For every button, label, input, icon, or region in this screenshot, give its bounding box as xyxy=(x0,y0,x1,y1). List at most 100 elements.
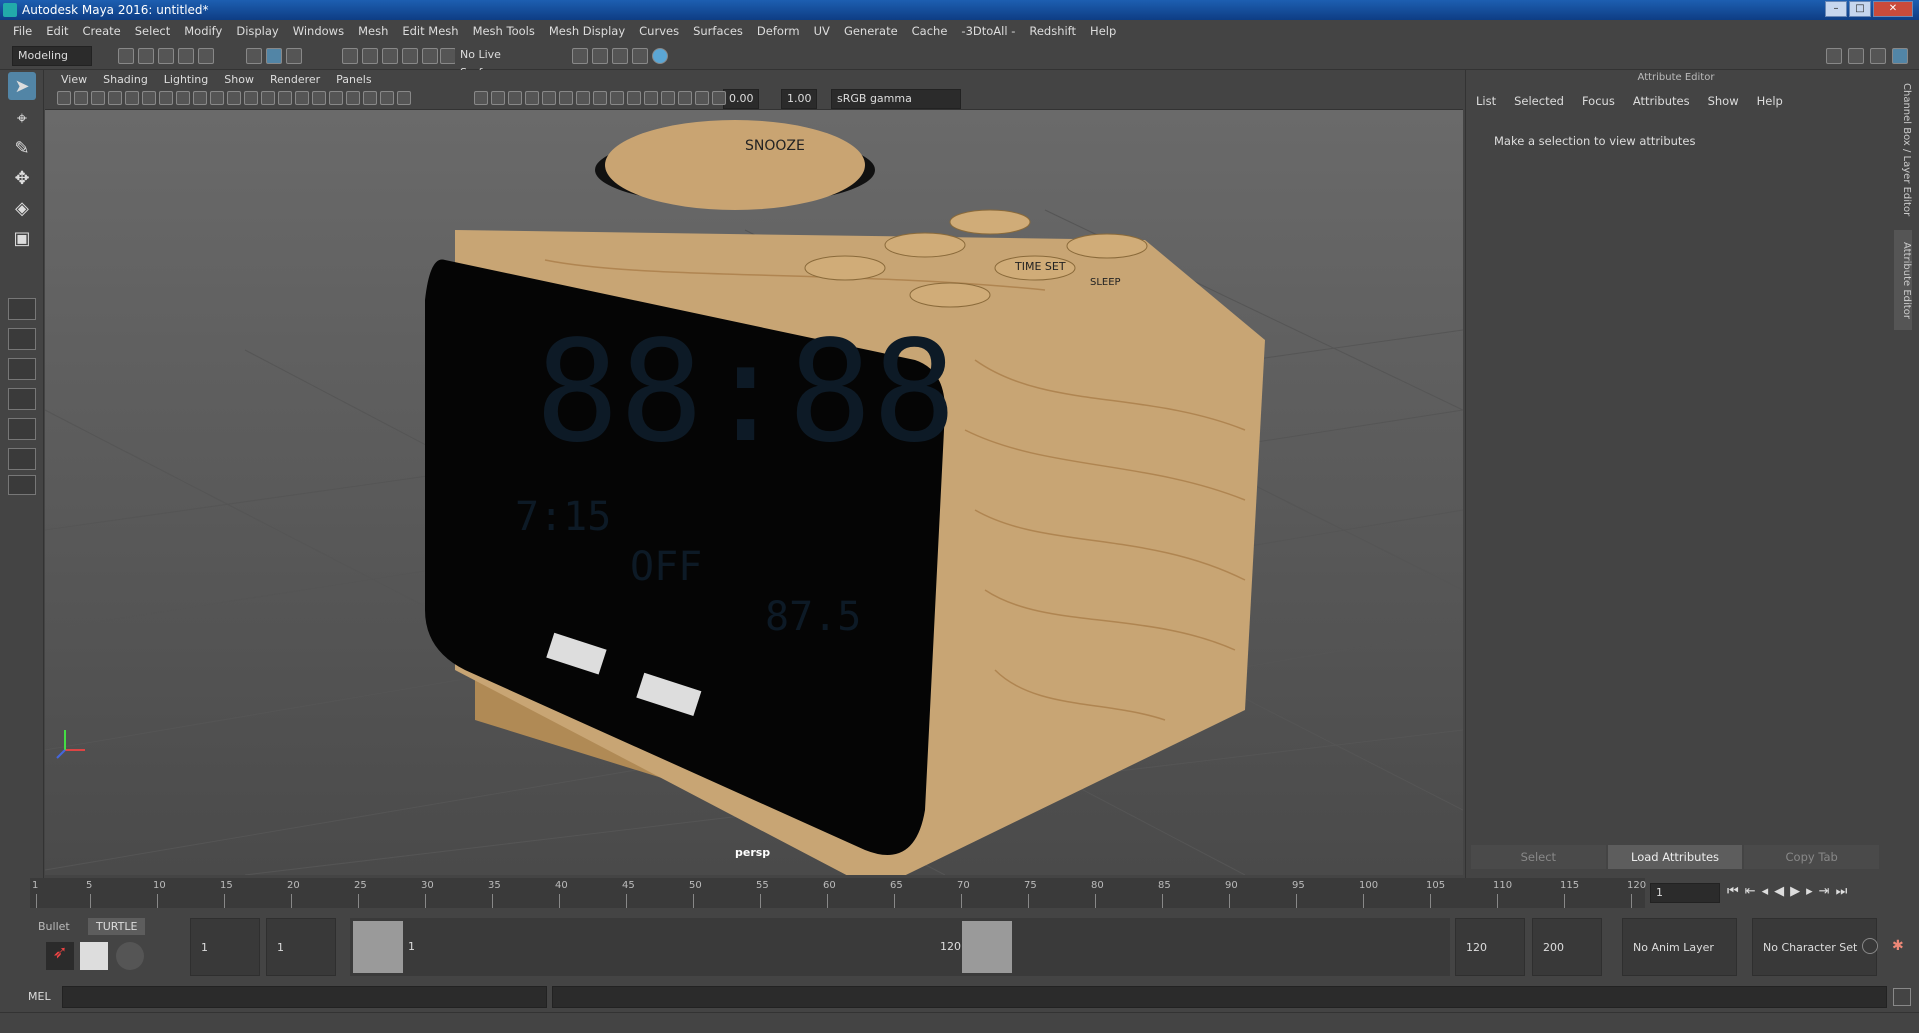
menu-create[interactable]: Create xyxy=(76,24,128,38)
viewport-tool-icon[interactable] xyxy=(610,91,624,105)
character-set-dropdown[interactable]: No Character Set xyxy=(1752,918,1877,976)
mode-dropdown[interactable]: Modeling xyxy=(12,46,92,66)
play-forward-icon[interactable]: ▶ xyxy=(1790,884,1800,899)
undo-icon[interactable] xyxy=(178,48,194,64)
exposure-field[interactable]: 0.00 xyxy=(723,89,759,109)
live-surface-field[interactable]: No Live Surface xyxy=(455,46,537,79)
channel-box-tab[interactable]: Channel Box / Layer Editor xyxy=(1894,80,1912,220)
ae-menu-list[interactable]: List xyxy=(1476,94,1496,108)
snap-surface-icon[interactable] xyxy=(422,48,438,64)
menu-redshift[interactable]: Redshift xyxy=(1022,24,1083,38)
menu-select[interactable]: Select xyxy=(128,24,177,38)
ae-menu-selected[interactable]: Selected xyxy=(1514,94,1564,108)
copy-tab-button[interactable]: Copy Tab xyxy=(1744,845,1880,869)
ae-menu-focus[interactable]: Focus xyxy=(1582,94,1615,108)
viewport-tool-icon[interactable] xyxy=(278,91,292,105)
step-back-frame-icon[interactable]: ◂ xyxy=(1762,884,1769,899)
playback-start-field[interactable]: 1 xyxy=(266,918,336,976)
viewport-tool-icon[interactable] xyxy=(525,91,539,105)
viewport-tool-icon[interactable] xyxy=(74,91,88,105)
viewport-tool-icon[interactable] xyxy=(661,91,675,105)
viewport-tool-icon[interactable] xyxy=(576,91,590,105)
menu--3dtoall-[interactable]: -3DtoAll - xyxy=(954,24,1022,38)
viewport-tool-icon[interactable] xyxy=(346,91,360,105)
viewport-tool-icon[interactable] xyxy=(695,91,709,105)
anim-layer-dropdown[interactable]: No Anim Layer xyxy=(1622,918,1737,976)
ae-menu-attributes[interactable]: Attributes xyxy=(1633,94,1690,108)
lasso-tool-icon[interactable]: ⌖ xyxy=(8,104,36,132)
volume-button[interactable] xyxy=(1066,233,1148,259)
select-button[interactable]: Select xyxy=(1471,845,1606,869)
snap-vertex-icon[interactable] xyxy=(440,48,456,64)
volume-up-button[interactable] xyxy=(949,209,1031,235)
play-backward-icon[interactable]: ◀ xyxy=(1774,884,1784,899)
menu-mesh-tools[interactable]: Mesh Tools xyxy=(466,24,542,38)
colorspace-dropdown[interactable]: sRGB gamma xyxy=(831,89,961,109)
viewport-tool-icon[interactable] xyxy=(210,91,224,105)
current-frame-field[interactable]: 1 xyxy=(1650,883,1720,903)
go-to-end-icon[interactable]: ⏭ xyxy=(1836,884,1848,899)
new-scene-icon[interactable] xyxy=(118,48,134,64)
persp-outliner-layout-icon[interactable] xyxy=(8,358,36,380)
viewport-tool-icon[interactable] xyxy=(108,91,122,105)
channel-box-toggle-icon[interactable] xyxy=(1892,48,1908,64)
viewport-tool-icon[interactable] xyxy=(380,91,394,105)
menu-deform[interactable]: Deform xyxy=(750,24,807,38)
viewport-tool-icon[interactable] xyxy=(142,91,156,105)
viewport-tool-icon[interactable] xyxy=(244,91,258,105)
render-view-icon[interactable] xyxy=(572,48,588,64)
hypershade-icon[interactable] xyxy=(652,48,668,64)
gamma-field[interactable]: 1.00 xyxy=(781,89,817,109)
start-time-field[interactable]: 1 xyxy=(190,918,260,976)
scale-tool-icon[interactable]: ▣ xyxy=(8,224,36,252)
viewport-tool-icon[interactable] xyxy=(261,91,275,105)
save-scene-icon[interactable] xyxy=(158,48,174,64)
select-hierarchy-icon[interactable] xyxy=(246,48,262,64)
attribute-editor-toggle-icon[interactable] xyxy=(1870,48,1886,64)
snap-point-icon[interactable] xyxy=(382,48,398,64)
viewport-tool-icon[interactable] xyxy=(542,91,556,105)
alarm1-button[interactable] xyxy=(804,255,886,281)
viewport-tool-icon[interactable] xyxy=(491,91,505,105)
viewport-tool-icon[interactable] xyxy=(159,91,173,105)
time-ruler[interactable]: 1 5 10 15 20 25 30 35 40 45 50 55 60 65 70 75 80 85 90 95 10… xyxy=(30,878,1646,908)
ae-menu-help[interactable]: Help xyxy=(1757,94,1783,108)
command-input[interactable] xyxy=(62,986,547,1008)
viewport-menu-lighting[interactable]: Lighting xyxy=(156,73,216,86)
shelf-tab-turtle[interactable]: TURTLE xyxy=(88,918,146,935)
viewport-tool-icon[interactable] xyxy=(227,91,241,105)
viewport-menu-panels[interactable]: Panels xyxy=(328,73,379,86)
persp-graph-layout-icon[interactable] xyxy=(8,388,36,410)
open-scene-icon[interactable] xyxy=(138,48,154,64)
viewport-tool-icon[interactable] xyxy=(644,91,658,105)
viewport-tool-icon[interactable] xyxy=(397,91,411,105)
viewport-tool-icon[interactable] xyxy=(678,91,692,105)
viewport-menu-renderer[interactable]: Renderer xyxy=(262,73,328,86)
menu-file[interactable]: File xyxy=(6,24,39,38)
viewport-tool-icon[interactable] xyxy=(508,91,522,105)
viewport-tool-icon[interactable] xyxy=(559,91,573,105)
move-tool-icon[interactable]: ✥ xyxy=(8,164,36,192)
four-view-layout-icon[interactable] xyxy=(8,328,36,350)
select-tool-icon[interactable]: ➤ xyxy=(8,72,36,100)
viewport-tool-icon[interactable] xyxy=(627,91,641,105)
3d-scene[interactable]: SNOOZE TIME SET SLEEP 88:88 7:15 OFF 87.… xyxy=(45,110,1463,875)
command-language-label[interactable]: MEL xyxy=(28,990,51,1003)
script-editor-icon[interactable] xyxy=(1893,988,1911,1006)
viewport-tool-icon[interactable] xyxy=(176,91,190,105)
menu-edit[interactable]: Edit xyxy=(39,24,75,38)
alarm2-button[interactable] xyxy=(909,282,991,308)
select-object-icon[interactable] xyxy=(266,48,282,64)
turtle-material-icon[interactable] xyxy=(116,942,144,970)
viewport-tool-icon[interactable] xyxy=(295,91,309,105)
viewport-menu-show[interactable]: Show xyxy=(216,73,262,86)
snap-view-icon[interactable] xyxy=(402,48,418,64)
uv-layout-icon[interactable] xyxy=(8,448,36,470)
attribute-editor-tab[interactable]: Attribute Editor xyxy=(1894,230,1912,330)
menu-uv[interactable]: UV xyxy=(807,24,837,38)
ae-menu-show[interactable]: Show xyxy=(1708,94,1739,108)
menu-cache[interactable]: Cache xyxy=(905,24,955,38)
minimize-button[interactable]: – xyxy=(1825,1,1847,17)
ipr-render-icon[interactable] xyxy=(612,48,628,64)
snap-curve-icon[interactable] xyxy=(362,48,378,64)
